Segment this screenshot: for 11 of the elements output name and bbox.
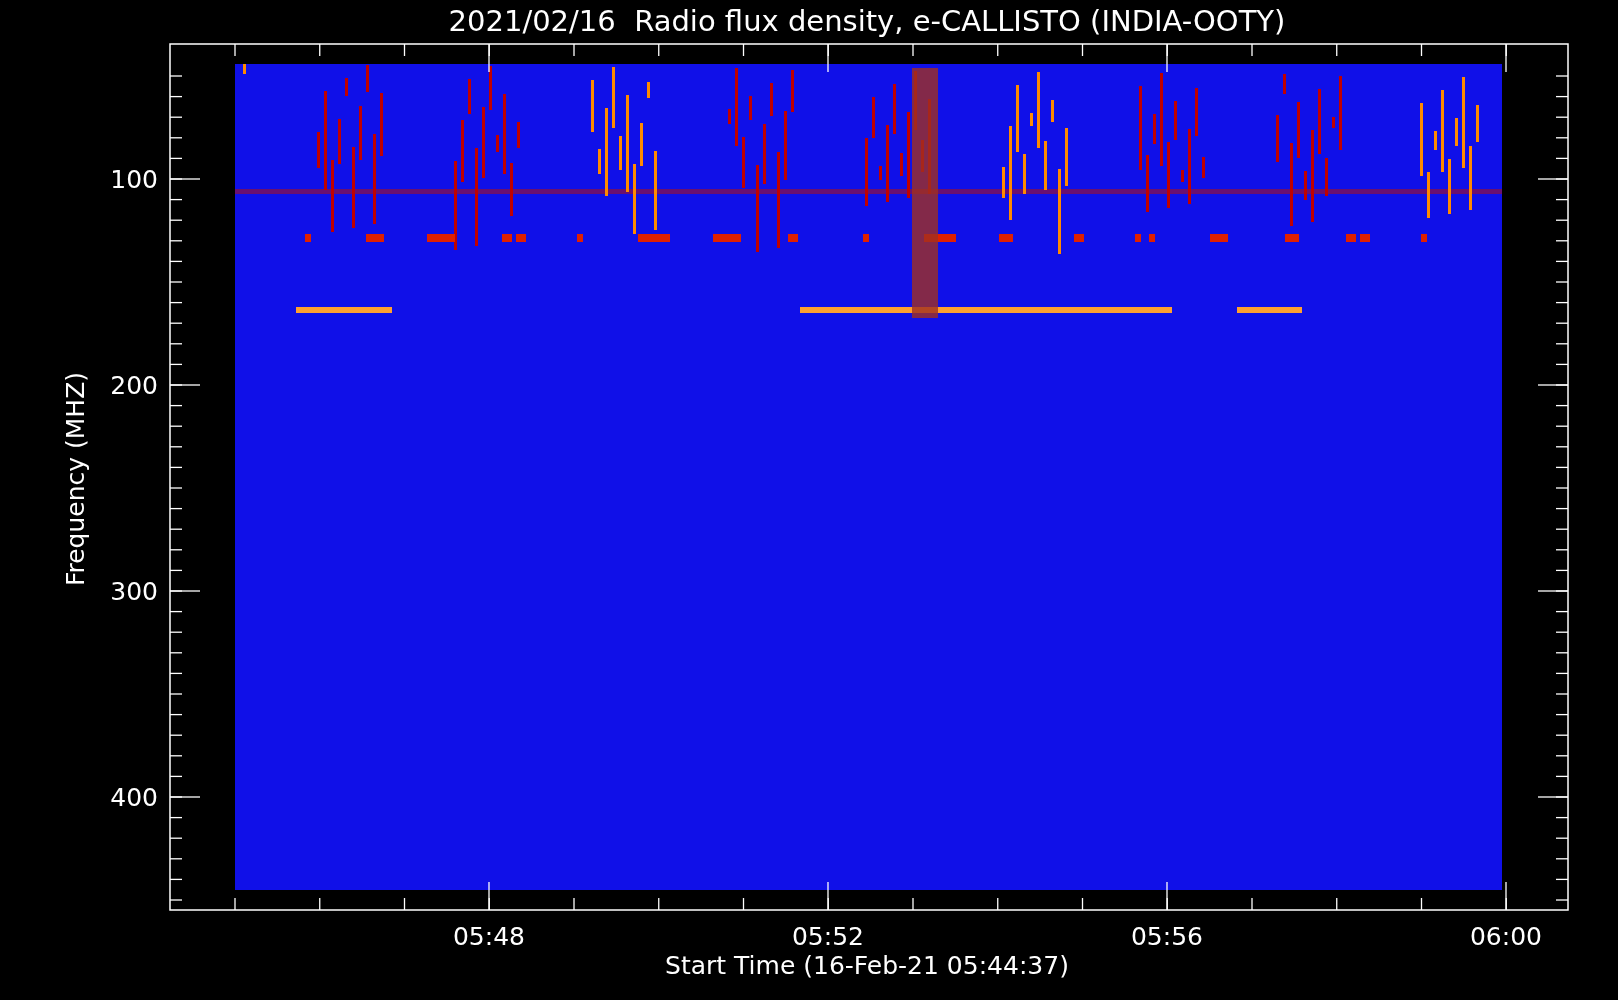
y-tick-label: 300 xyxy=(110,577,158,606)
chart-title: 2021/02/16 Radio flux density, e-CALLISTO (INDIA-OOTY) xyxy=(448,4,1286,38)
x-tick-label: 05:56 xyxy=(1131,922,1203,951)
x-tick-label: 05:52 xyxy=(792,922,864,951)
y-axis-label: Frequency (MHZ) xyxy=(61,371,90,587)
y-tick-label: 200 xyxy=(110,371,158,400)
y-tick-label: 100 xyxy=(110,165,158,194)
x-tick-label: 06:00 xyxy=(1470,922,1542,951)
y-tick-label: 400 xyxy=(110,783,158,812)
x-axis-label: Start Time (16-Feb-21 05:44:37) xyxy=(665,951,1069,980)
x-tick-label: 05:48 xyxy=(453,922,525,951)
